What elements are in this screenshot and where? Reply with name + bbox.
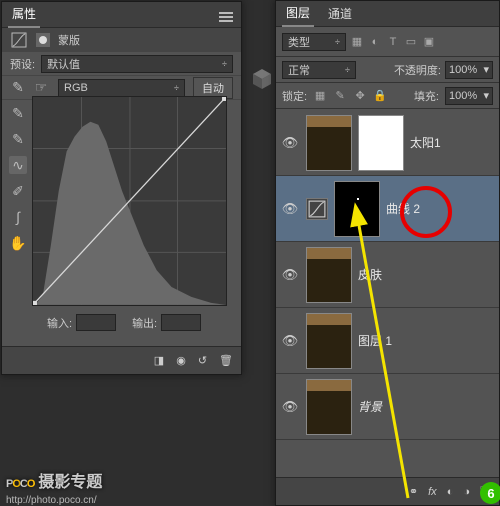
layer-mask-thumb[interactable]: [334, 181, 380, 237]
properties-tabs: 属性: [2, 2, 241, 28]
visibility-icon[interactable]: 👁: [280, 267, 300, 283]
link-layers-icon[interactable]: ⚭: [409, 485, 418, 498]
cube-icon[interactable]: [252, 68, 272, 90]
fx-icon[interactable]: fx: [428, 486, 437, 498]
lock-label: 锁定:: [282, 88, 307, 104]
layer-name[interactable]: 太阳1: [410, 134, 441, 151]
layer-row[interactable]: 👁 皮肤: [276, 242, 499, 308]
tab-properties[interactable]: 属性: [8, 1, 40, 28]
fill-label: 填充:: [414, 88, 439, 104]
layer-thumb[interactable]: [306, 379, 352, 435]
input-label: 输入:: [47, 315, 72, 331]
panel-menu-icon[interactable]: [219, 9, 235, 21]
opacity-field[interactable]: 100%▾: [445, 61, 493, 79]
hand-icon[interactable]: ✋: [9, 234, 27, 252]
opacity-label: 不透明度:: [394, 62, 441, 78]
mask-icon: [34, 31, 52, 49]
layer-name[interactable]: 背景: [358, 398, 382, 415]
add-mask-icon[interactable]: ◐: [447, 486, 454, 498]
lock-position-icon[interactable]: ✥: [353, 89, 367, 103]
view-previous-icon[interactable]: ◉: [176, 354, 186, 367]
adjustment-type-row: 蒙版: [2, 28, 241, 52]
filter-type-icon[interactable]: T: [386, 35, 400, 49]
layers-tabs: 图层 通道: [276, 1, 499, 27]
layer-name[interactable]: 曲线 2: [386, 200, 420, 217]
curves-io-readout: 输入: 输出:: [47, 314, 201, 331]
layer-thumb[interactable]: [306, 313, 352, 369]
visibility-icon[interactable]: 👁: [280, 333, 300, 349]
layer-name[interactable]: 图层 1: [358, 332, 392, 349]
adjustment-title: 蒙版: [58, 32, 80, 48]
smooth-curve-icon[interactable]: ∫: [9, 208, 27, 226]
lock-pixels-icon[interactable]: ✎: [333, 89, 347, 103]
clip-to-layer-icon[interactable]: ◨: [154, 354, 164, 367]
layer-name[interactable]: 皮肤: [358, 266, 382, 283]
blend-mode-select[interactable]: 正常÷: [282, 61, 356, 79]
eyedropper-gray-icon[interactable]: ✎: [9, 104, 27, 122]
layer-filter-row: 类型÷ ▦ ◐ T ▭ ▣: [276, 27, 499, 57]
reset-icon[interactable]: ↺: [198, 354, 207, 367]
visibility-icon[interactable]: 👁: [280, 135, 300, 151]
visibility-icon[interactable]: 👁: [280, 399, 300, 415]
layer-row[interactable]: 👁 曲线 2: [276, 176, 499, 242]
visibility-icon[interactable]: 👁: [280, 201, 300, 217]
properties-panel: 属性 蒙版 预设: 默认值÷ ☞ RGB÷ 自动 ✎ ✎ ✎ ∿ ✐ ∫ ✋: [1, 1, 242, 375]
blend-opacity-row: 正常÷ 不透明度: 100%▾: [276, 57, 499, 83]
filter-smart-icon[interactable]: ▣: [422, 35, 436, 49]
eyedropper-black-icon[interactable]: ✎: [9, 78, 27, 96]
properties-footer: ◨ ◉ ↺ 🗑: [2, 346, 241, 374]
curves-graph[interactable]: [32, 96, 227, 306]
layer-thumb[interactable]: [306, 247, 352, 303]
watermark: POCO摄影专题: [6, 463, 102, 494]
filter-shape-icon[interactable]: ▭: [404, 35, 418, 49]
lock-fill-row: 锁定: ▦ ✎ ✥ 🔒 填充: 100%▾: [276, 83, 499, 109]
adjustment-layer-icon[interactable]: ◑: [463, 486, 470, 498]
trash-icon[interactable]: 🗑: [219, 354, 233, 367]
eyedropper-white-icon[interactable]: ✎: [9, 130, 27, 148]
layer-row[interactable]: 👁 太阳1: [276, 110, 499, 176]
output-label: 输出:: [132, 315, 157, 331]
filter-adjust-icon[interactable]: ◐: [368, 35, 382, 49]
input-field[interactable]: [76, 314, 116, 331]
layers-panel: 图层 通道 类型÷ ▦ ◐ T ▭ ▣ 正常÷ 不透明度: 100%▾ 锁定: …: [275, 0, 500, 506]
curves-tool-strip: ✎ ✎ ✎ ∿ ✐ ∫ ✋: [7, 78, 29, 252]
finger-scrub-icon[interactable]: ☞: [32, 79, 50, 97]
lock-transparent-icon[interactable]: ▦: [313, 89, 327, 103]
watermark-url: http://photo.poco.cn/: [6, 495, 97, 506]
filter-kind-select[interactable]: 类型÷: [282, 33, 346, 51]
layer-thumb[interactable]: [306, 115, 352, 171]
layers-list: 👁 太阳1 👁 曲线 2 👁 皮肤 👁 图层 1: [276, 110, 499, 477]
layer-row[interactable]: 👁 图层 1: [276, 308, 499, 374]
output-field[interactable]: [161, 314, 201, 331]
preset-row: 预设: 默认值÷: [2, 52, 241, 76]
curve-point-tool-icon[interactable]: ∿: [9, 156, 27, 174]
tab-layers[interactable]: 图层: [282, 0, 314, 27]
lock-all-icon[interactable]: 🔒: [373, 89, 387, 103]
fill-field[interactable]: 100%▾: [445, 87, 493, 105]
layer-row[interactable]: 👁 背景: [276, 374, 499, 440]
channel-select[interactable]: RGB÷: [58, 79, 185, 97]
green-badge: 6: [480, 482, 500, 504]
layers-footer: ⚭ fx ◐ ◑ 🗀: [276, 477, 499, 505]
filter-pixel-icon[interactable]: ▦: [350, 35, 364, 49]
preset-select[interactable]: 默认值÷: [41, 55, 233, 73]
preset-label: 预设:: [10, 56, 35, 72]
layer-mask-thumb[interactable]: [358, 115, 404, 171]
curve-pencil-tool-icon[interactable]: ✐: [9, 182, 27, 200]
curves-adjustment-icon: [10, 31, 28, 49]
tab-channels[interactable]: 通道: [324, 1, 356, 26]
adjustment-thumb[interactable]: [306, 198, 328, 220]
